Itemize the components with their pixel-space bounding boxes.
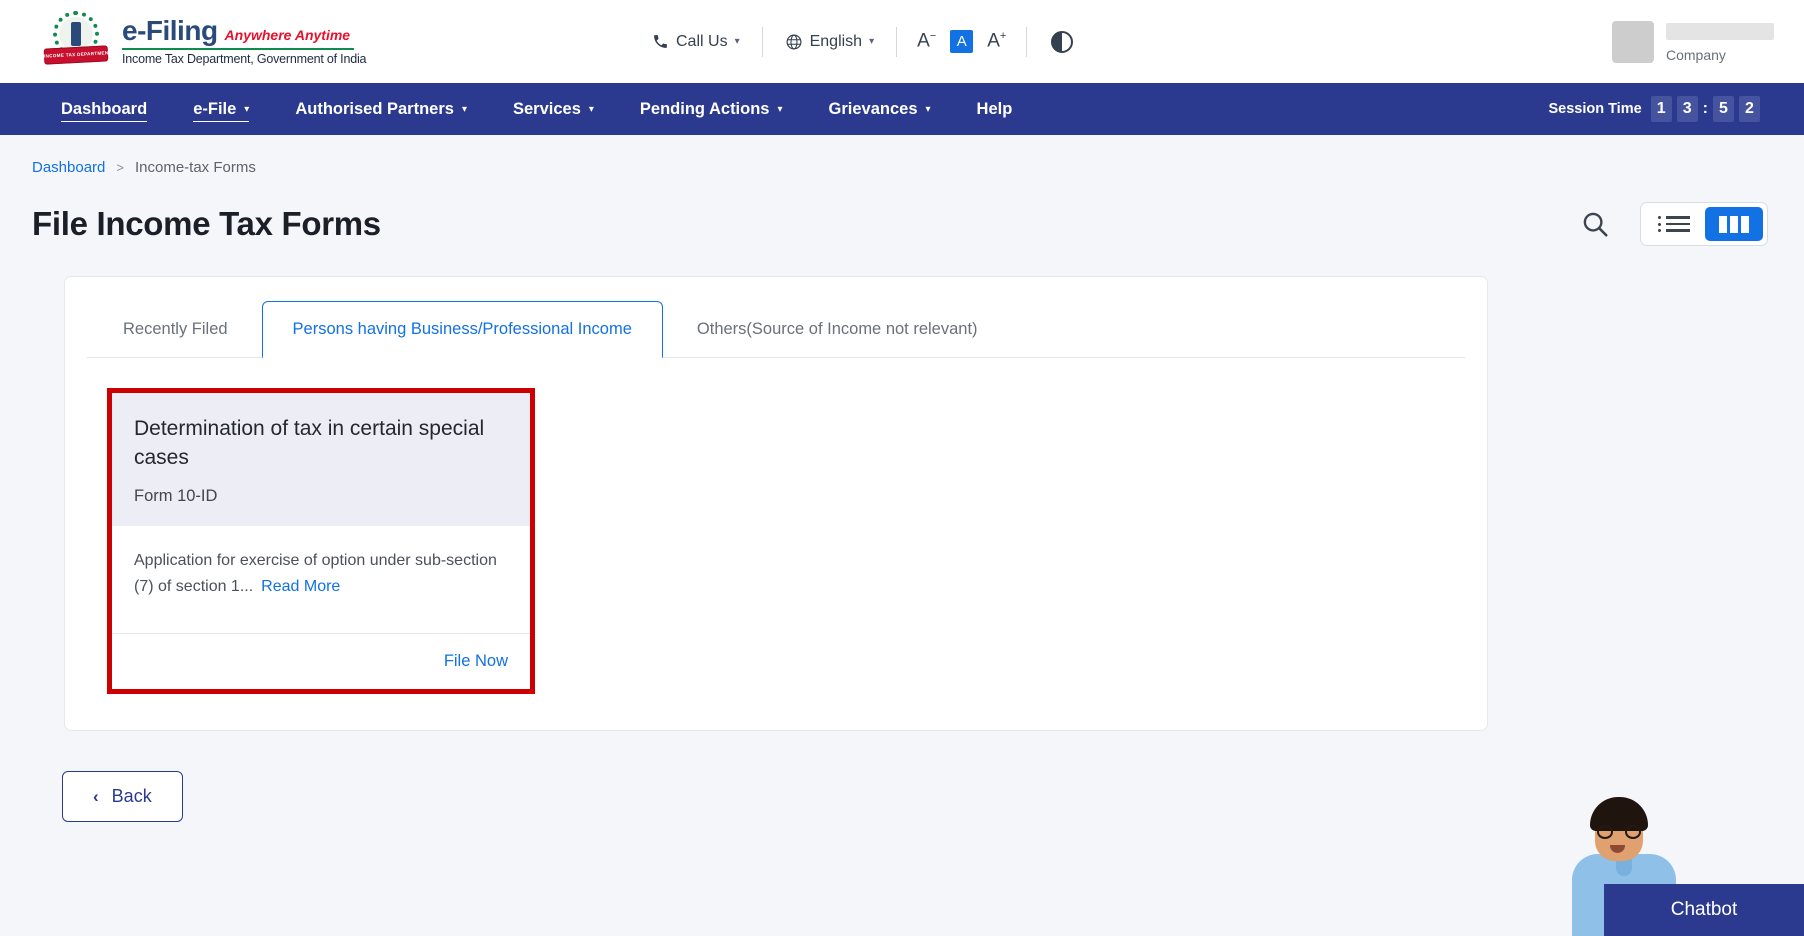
grid-view-icon: [1719, 215, 1749, 233]
emblem-ribbon-text: INCOME TAX DEPARTMENT: [43, 49, 112, 59]
form-card-10id[interactable]: Determination of tax in certain special …: [107, 388, 535, 694]
file-now-link[interactable]: File Now: [444, 652, 508, 671]
chevron-down-icon: ▾: [734, 36, 740, 47]
form-card-footer: File Now: [112, 634, 530, 689]
language-menu[interactable]: English ▾: [763, 33, 897, 51]
call-us-menu[interactable]: Call Us ▾: [630, 33, 762, 51]
nav-item-dashboard[interactable]: Dashboard: [38, 83, 170, 135]
nav-item-pending-actions[interactable]: Pending Actions ▾: [617, 83, 806, 135]
call-us-label: Call Us: [676, 32, 728, 50]
nav-item-efile[interactable]: e-File ▾: [170, 83, 272, 135]
tab-business-professional-income[interactable]: Persons having Business/Professional Inc…: [261, 301, 663, 358]
nav-label: e-File: [193, 99, 237, 118]
brand-tagline: Anywhere Anytime: [224, 27, 351, 44]
header-utilities: Call Us ▾ English ▾ A− A A+: [630, 0, 1097, 83]
form-card-number: Form 10-ID: [134, 486, 218, 505]
nav-label: Dashboard: [61, 99, 148, 118]
nav-item-grievances[interactable]: Grievances ▾: [806, 83, 954, 135]
form-card-body: Application for exercise of option under…: [112, 526, 530, 634]
chatbot-button[interactable]: Chatbot: [1604, 884, 1804, 936]
session-timer: Session Time 1 3 : 5 2: [1548, 96, 1760, 122]
breadcrumb-separator: >: [116, 160, 124, 175]
tab-bar: Recently Filed Persons having Business/P…: [87, 301, 1465, 358]
user-name-redacted: [1666, 22, 1774, 40]
read-more-link[interactable]: Read More: [261, 578, 340, 595]
brand-department: Income Tax Department, Government of Ind…: [122, 52, 367, 67]
nav-label: Pending Actions: [639, 99, 770, 118]
font-increase-button[interactable]: A+: [987, 30, 1006, 52]
phone-icon: [654, 35, 667, 48]
nav-label: Help: [976, 99, 1013, 118]
chatbot-label: Chatbot: [1670, 899, 1738, 920]
breadcrumb-dashboard-link[interactable]: Dashboard: [32, 159, 105, 176]
nav-item-services[interactable]: Services ▾: [490, 83, 617, 135]
view-controls: [1580, 202, 1768, 246]
nav-label: Services: [512, 99, 581, 118]
grid-view-toggle[interactable]: [1705, 207, 1763, 241]
session-digit-4: 2: [1739, 96, 1760, 122]
nav-item-help[interactable]: Help: [954, 83, 1036, 135]
contrast-toggle-icon[interactable]: [1051, 30, 1074, 53]
chevron-down-icon: ▾: [869, 36, 875, 47]
main-navigation: Dashboard e-File ▾ Authorised Partners ▾…: [0, 83, 1804, 135]
session-separator: :: [1702, 100, 1708, 117]
chevron-down-icon: ▾: [925, 103, 931, 115]
footer-actions: ‹ Back: [0, 731, 1804, 822]
chevron-down-icon: ▾: [777, 103, 783, 115]
session-timer-label: Session Time: [1548, 101, 1642, 117]
nav-item-authorised-partners[interactable]: Authorised Partners ▾: [272, 83, 490, 135]
breadcrumb-current: Income-tax Forms: [134, 159, 256, 176]
form-card-title: Determination of tax in certain special …: [134, 417, 485, 469]
page-title: File Income Tax Forms: [32, 205, 381, 242]
search-icon[interactable]: [1580, 209, 1610, 239]
language-label: English: [809, 32, 863, 50]
top-utility-bar: INCOME TAX DEPARTMENT e-Filing Anywhere …: [0, 0, 1804, 83]
font-normal-button[interactable]: A: [950, 30, 974, 53]
user-company-label: Company: [1666, 46, 1726, 63]
form-card-list: Determination of tax in certain special …: [87, 358, 1465, 694]
chevron-left-icon: ‹: [93, 786, 99, 806]
back-button-label: Back: [111, 786, 152, 806]
view-toggle-group: [1640, 202, 1768, 246]
tab-others[interactable]: Others(Source of Income not relevant): [663, 302, 1012, 357]
page-header-row: File Income Tax Forms: [0, 176, 1804, 246]
breadcrumb: Dashboard > Income-tax Forms: [0, 135, 1804, 176]
tab-recently-filed[interactable]: Recently Filed: [89, 302, 262, 357]
chevron-down-icon: ▾: [461, 103, 467, 115]
brand-rule: [122, 48, 354, 51]
form-card-header: Determination of tax in certain special …: [112, 393, 530, 526]
session-digit-3: 5: [1713, 96, 1734, 122]
brand-logo[interactable]: INCOME TAX DEPARTMENT e-Filing Anywhere …: [43, 10, 367, 73]
chevron-down-icon: ▾: [244, 103, 250, 115]
national-emblem-icon: INCOME TAX DEPARTMENT: [43, 10, 112, 73]
chevron-down-icon: ▾: [588, 103, 594, 115]
list-view-toggle[interactable]: [1645, 207, 1703, 241]
font-decrease-button[interactable]: A−: [917, 30, 936, 52]
back-button[interactable]: ‹ Back: [62, 771, 183, 822]
font-size-controls: A− A A+: [897, 30, 1026, 53]
globe-icon: [786, 34, 802, 49]
user-account-area[interactable]: Company: [1612, 20, 1774, 63]
nav-label: Authorised Partners: [295, 99, 454, 118]
forms-panel: Recently Filed Persons having Business/P…: [64, 276, 1488, 731]
brand-title: e-Filing: [122, 15, 218, 47]
avatar: [1612, 20, 1654, 63]
utility-divider: [1026, 26, 1028, 57]
chatbot-widget[interactable]: Chatbot: [1560, 786, 1804, 936]
session-digit-2: 3: [1676, 96, 1698, 122]
session-digit-1: 1: [1650, 96, 1672, 122]
nav-label: Grievances: [828, 99, 918, 118]
